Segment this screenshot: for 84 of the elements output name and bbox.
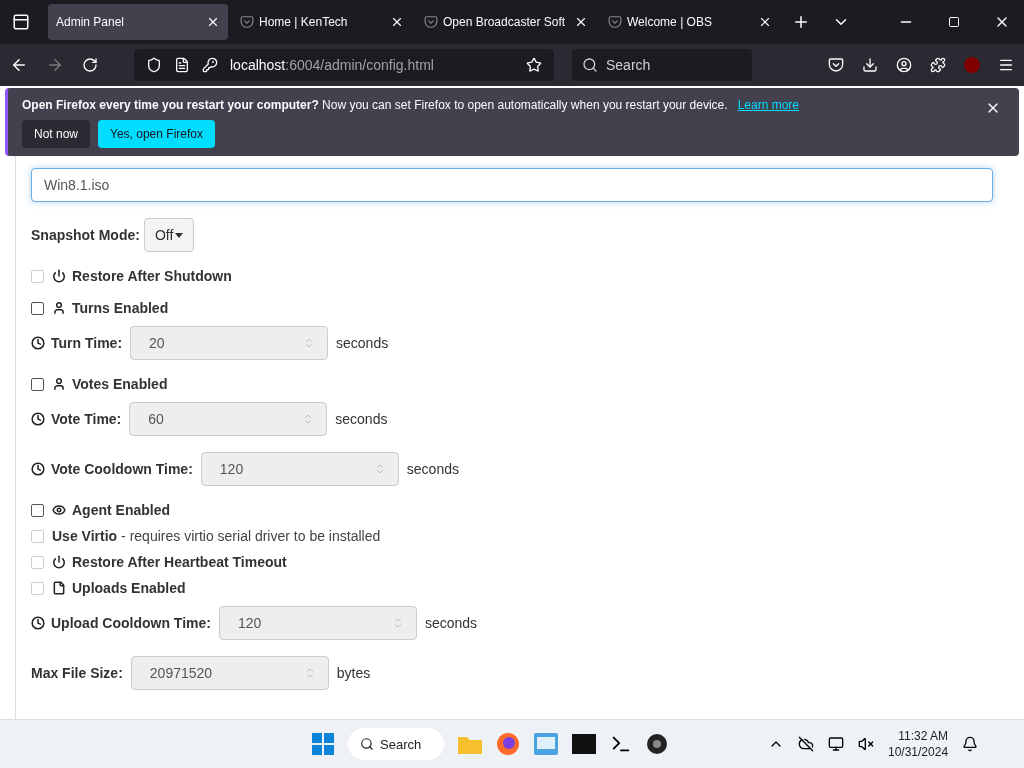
user-icon: [52, 301, 66, 315]
snapshot-dropdown[interactable]: Off: [143, 218, 195, 252]
power-icon: [52, 269, 66, 283]
user-icon: [52, 377, 66, 391]
search-icon: [360, 737, 374, 751]
search-field[interactable]: Search: [572, 49, 752, 81]
record-icon[interactable]: [646, 733, 668, 755]
star-icon[interactable]: [526, 57, 542, 73]
checkbox-label: Restore After Heartbeat Timeout: [72, 554, 287, 570]
checkbox[interactable]: [31, 301, 44, 315]
browser-tab[interactable]: Welcome | OBS: [600, 4, 780, 40]
learn-more-link[interactable]: Learn more: [737, 98, 799, 112]
checkbox-label: Uploads Enabled: [72, 580, 186, 596]
menu-icon[interactable]: [998, 57, 1014, 73]
bell-icon[interactable]: [962, 736, 979, 752]
field-label: Upload Cooldown Time:: [51, 615, 211, 631]
number-field[interactable]: 20: [130, 326, 329, 360]
browser-tab[interactable]: Home | KenTech: [232, 4, 412, 40]
number-field[interactable]: 60: [129, 402, 328, 436]
mute-icon[interactable]: [858, 736, 874, 752]
field-label: Snapshot Mode:: [31, 227, 140, 243]
key-icon: [202, 57, 218, 73]
dismiss-button[interactable]: Not now: [22, 120, 91, 148]
reload-icon[interactable]: [82, 57, 98, 73]
checkbox-label: Restore After Shutdown: [72, 268, 232, 284]
number-field[interactable]: 120: [218, 606, 417, 640]
checkbox-label: Votes Enabled: [72, 376, 168, 392]
checkbox-label: Turns Enabled: [72, 300, 169, 316]
caret-icon: [175, 232, 184, 238]
new-tab-icon[interactable]: [792, 13, 810, 31]
search-icon: [582, 57, 598, 73]
unit-label: bytes: [336, 665, 371, 681]
field-label: Vote Cooldown Time:: [51, 461, 193, 477]
page-icon: [174, 57, 190, 73]
pocket-icon[interactable]: [828, 57, 844, 73]
unit-label: seconds: [335, 411, 388, 427]
checkbox-label: Use Virtio: [52, 528, 118, 544]
confirm-button[interactable]: Yes, open Firefox: [98, 120, 215, 148]
clock-icon: [31, 462, 45, 476]
cloud-off-icon[interactable]: [798, 736, 814, 752]
power-icon: [52, 555, 66, 569]
checkbox-label: Agent Enabled: [72, 502, 170, 518]
checkbox[interactable]: [31, 503, 44, 517]
network-icon[interactable]: [828, 736, 844, 752]
eye-icon: [52, 503, 66, 517]
unit-label: seconds: [406, 461, 459, 477]
notification-text: Open Firefox every time you restart your computer? Now you can set Firefox to open automatically when you restart your device.: [22, 98, 728, 112]
clock-icon: [31, 336, 45, 350]
number-field[interactable]: 20971520: [130, 656, 329, 690]
download-icon[interactable]: [862, 57, 878, 73]
browser-tab[interactable]: Open Broadcaster Soft: [416, 4, 596, 40]
site-icon: [424, 15, 438, 29]
site-icon: [608, 15, 622, 29]
tab-list-icon[interactable]: [12, 13, 30, 31]
restore-icon[interactable]: [948, 16, 960, 28]
field-label: Vote Time:: [51, 411, 122, 427]
checkbox-note: - requires virtio serial driver to be installed: [121, 528, 381, 544]
close-icon[interactable]: [574, 15, 588, 29]
account-icon[interactable]: [896, 57, 912, 73]
clock-icon: [31, 412, 45, 426]
site-icon: [240, 15, 254, 29]
file-icon: [52, 581, 66, 595]
number-field[interactable]: 120: [200, 452, 399, 486]
address-bar[interactable]: localhost:6004/admin/config.html: [134, 49, 554, 81]
browser-tab[interactable]: Admin Panel: [48, 4, 228, 40]
close-icon[interactable]: [206, 15, 220, 29]
unit-label: seconds: [424, 615, 478, 631]
unit-label: seconds: [336, 335, 389, 351]
start-icon[interactable]: [312, 733, 334, 755]
close-icon[interactable]: [390, 15, 404, 29]
checkbox[interactable]: [31, 377, 44, 391]
clock-icon: [31, 616, 45, 630]
field-label: Turn Time:: [51, 335, 123, 351]
field-label: Max File Size:: [31, 665, 123, 681]
forward-icon[interactable]: [46, 56, 64, 74]
close-icon[interactable]: [758, 15, 772, 29]
shield-icon: [146, 57, 162, 73]
extensions-icon[interactable]: [930, 57, 946, 73]
clock[interactable]: 11:32 AM 10/31/2024: [888, 729, 949, 759]
back-icon[interactable]: [10, 56, 28, 74]
browser-icon[interactable]: [496, 732, 520, 756]
url-text: localhost:6004/admin/config.html: [230, 57, 434, 73]
taskbar-search[interactable]: Search: [348, 728, 444, 760]
command-field[interactable]: Win8.1.iso: [31, 168, 993, 202]
